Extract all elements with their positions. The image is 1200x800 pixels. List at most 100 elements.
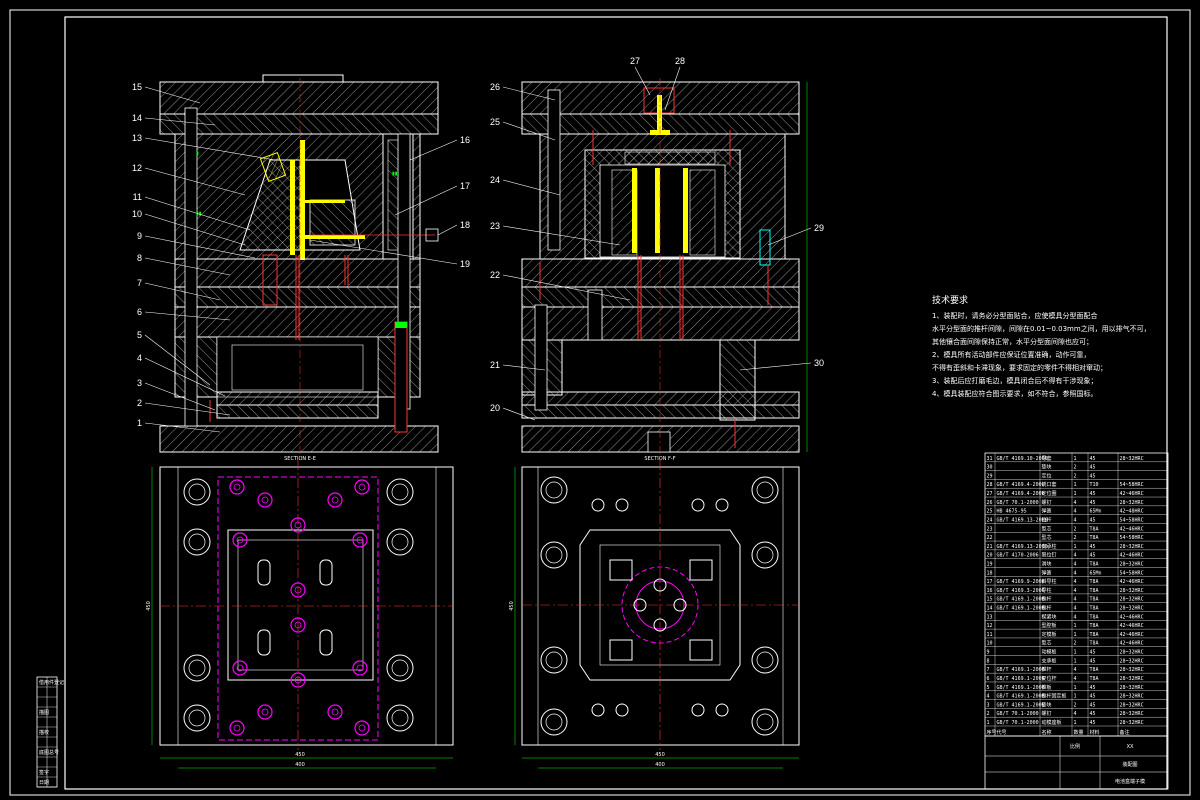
left-strip-table: 借用件登记描图描校底图总号签字日期 — [36, 676, 64, 788]
bom-cell: GB/T 4169.1-2006 — [997, 702, 1045, 708]
guide-hole-inner-5 — [391, 533, 409, 551]
bom-cell: 4 — [1074, 553, 1077, 559]
bom-cell: 42~46HRC — [1120, 641, 1144, 647]
screw-hole-3 — [715, 498, 729, 512]
bom-cell: 6 — [987, 676, 990, 682]
bom-cell: 1 — [1074, 623, 1077, 629]
bom-cell: 导套 — [1042, 455, 1052, 462]
bom-cell: 9 — [987, 650, 990, 656]
bom-cell: 4 — [1074, 711, 1077, 717]
ejector-hole-12 — [229, 720, 245, 736]
screw-hole-6 — [691, 703, 705, 717]
bom-cell: 17 — [987, 579, 993, 585]
bom-cell: 支承柱 — [1042, 543, 1057, 550]
bom-header-cell: 数量 — [1074, 729, 1084, 736]
guide-bush-inner-3 — [756, 713, 774, 731]
leader-label-25: 25 — [490, 117, 500, 127]
svg-text:▮: ▮ — [196, 151, 199, 157]
bom-cell: 螺钉 — [1042, 499, 1052, 506]
bom-cell: GB/T 4169.1-2006 — [997, 667, 1045, 673]
bom-cell: 45 — [1090, 720, 1096, 726]
guide-bush-6 — [540, 646, 568, 674]
bom-cell: 限位钉 — [1042, 552, 1057, 559]
bom-cell: T8A — [1090, 614, 1099, 620]
bom-cell: 45 — [1090, 491, 1096, 497]
dim-w4: 400 — [655, 762, 665, 768]
bom-cell: T8A — [1090, 606, 1099, 612]
plan-view-c — [151, 460, 454, 769]
bom-cell: 型腔板 — [1042, 622, 1057, 629]
bom-cell: 滑块 — [1042, 560, 1052, 567]
leader-label-14: 14 — [132, 113, 142, 123]
bom-cell: 推板 — [1042, 684, 1052, 691]
strip-cell: 描图 — [39, 709, 49, 716]
bom-cell: 27 — [987, 491, 993, 497]
bom-cell: 45 — [1090, 711, 1096, 717]
bom-cell: 4 — [1074, 579, 1077, 585]
bom-cell: 4 — [1074, 561, 1077, 567]
bom-cell: 28~32HRC — [1120, 456, 1144, 462]
bom-cell: 45 — [1090, 658, 1096, 664]
bom-cell: T8A — [1090, 526, 1099, 532]
ejector-hole-14 — [327, 704, 343, 720]
guide-hole-4 — [386, 478, 414, 506]
bom-cell: 2 — [1074, 702, 1077, 708]
bom-cell: 28~32HRC — [1120, 667, 1144, 673]
bom-cell: 29 — [987, 473, 993, 479]
leader-line-18 — [437, 224, 458, 236]
bom-cell: 28~32HRC — [1120, 685, 1144, 691]
bom-cell: 45 — [1090, 517, 1096, 523]
bom-cell: 12 — [987, 623, 993, 629]
guide-hole-6 — [386, 654, 414, 682]
ejector-hole-1 — [257, 492, 273, 508]
bom-cell: 2 — [987, 711, 990, 717]
leader-label-3: 3 — [137, 378, 142, 388]
ejector-hole-3 — [354, 479, 370, 495]
bom-cell: 45 — [1090, 465, 1096, 471]
strip-cell: 签字 — [39, 769, 49, 776]
title-scale: 比例 — [1070, 743, 1080, 750]
bom-cell: 1 — [1074, 720, 1077, 726]
bom-cell: 28~32HRC — [1120, 694, 1144, 700]
bom-cell: 4 — [987, 694, 990, 700]
guide-hole-inner-6 — [391, 659, 409, 677]
bom-cell: 65Mn — [1090, 570, 1102, 576]
guide-hole-inner-7 — [391, 709, 409, 727]
bom-cell: 42~46HRC — [1120, 614, 1144, 620]
leader-label-24: 24 — [490, 175, 500, 185]
bom-cell: 42~48HRC — [1120, 509, 1144, 515]
screw-hole-2 — [691, 498, 705, 512]
bom-cell: 28 — [987, 482, 993, 488]
guide-bush-2 — [540, 708, 568, 736]
screw-hole-0 — [591, 498, 605, 512]
screw-hole-7 — [715, 703, 729, 717]
tech-line-1: 水平分型面的推杆间隙，间隙在0.01~0.03mm之间，用以排气不可， — [932, 324, 1151, 333]
leader-label-2: 2 — [137, 398, 142, 408]
strip-cell: 借用件登记 — [39, 679, 64, 686]
guide-bush-4 — [540, 541, 568, 569]
bom-cell: 42~46HRC — [1120, 623, 1144, 629]
bom-cell: T8A — [1090, 579, 1099, 585]
leader-label-30: 30 — [814, 358, 824, 368]
leader-label-22: 22 — [490, 270, 500, 280]
tech-line-4: 不得有歪斜和卡滞现象，要求固定的零件不得相对窜动； — [932, 363, 1107, 372]
leader-label-5: 5 — [137, 330, 142, 340]
title-school: XX — [1127, 744, 1134, 750]
guide-hole-inner-4 — [391, 483, 409, 501]
guide-hole-inner-3 — [188, 709, 206, 727]
bom-cell: 弹簧 — [1042, 508, 1052, 515]
ejector-hole-core-1 — [261, 496, 269, 504]
ejector-hole-0 — [229, 479, 245, 495]
dim-w2: 400 — [295, 762, 305, 768]
tech-line-6: 4、模具装配应符合图示要求，如不符合，参照国标。 — [932, 389, 1097, 398]
bom-cell: 推杆 — [1042, 605, 1052, 612]
svg-text:▮▮: ▮▮ — [392, 171, 398, 177]
bom-cell: T8A — [1090, 535, 1099, 541]
guide-bush-inner-5 — [756, 546, 774, 564]
leader-label-13: 13 — [132, 133, 142, 143]
bom-cell: 4 — [1074, 588, 1077, 594]
screw-hole-1 — [615, 498, 629, 512]
section-a-caption: SECTION E-E — [284, 456, 316, 462]
bom-cell: 5 — [987, 685, 990, 691]
bom-cell: 2 — [1074, 641, 1077, 647]
